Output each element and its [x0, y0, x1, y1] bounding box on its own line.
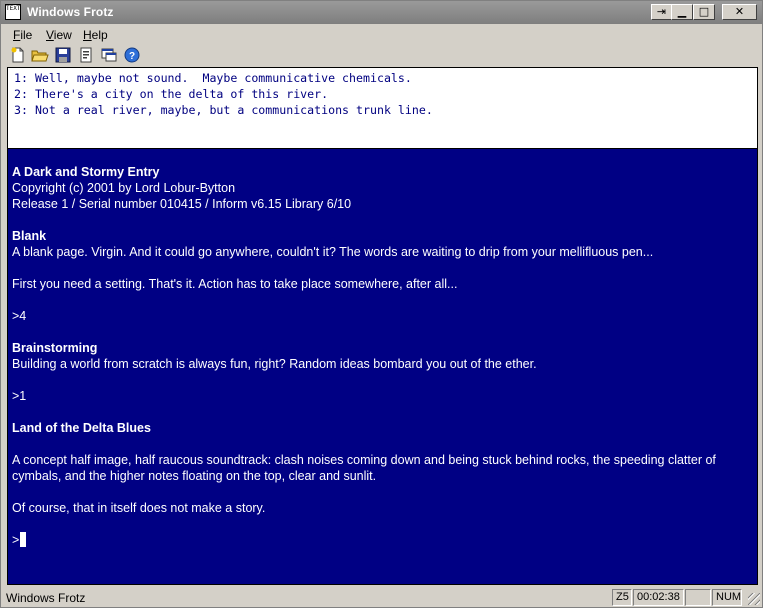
minimize-button[interactable]: ▁ [671, 4, 693, 20]
room-description: Building a world from scratch is always … [12, 357, 537, 371]
menu-option-line: 3: Not a real river, maybe, but a commun… [14, 103, 433, 117]
menu-file[interactable]: File [13, 28, 32, 42]
player-command: >4 [12, 309, 27, 323]
title-bar[interactable]: TEXT Windows Frotz ⇥ ▁ □ ✕ [1, 1, 762, 24]
release-line: Release 1 / Serial number 010415 / Infor… [12, 197, 352, 211]
menu-help[interactable]: Help [83, 28, 108, 42]
text-cursor [20, 532, 27, 547]
menu-help-accel: H [83, 28, 92, 42]
copyright-line: Copyright (c) 2001 by Lord Lobur-Bytton [12, 181, 236, 195]
room-description: A blank page. Virgin. And it could go an… [12, 245, 654, 259]
window-title: Windows Frotz [27, 5, 114, 19]
help-icon[interactable]: ? [123, 46, 141, 64]
story-window[interactable]: A Dark and Stormy Entry Copyright (c) 20… [7, 149, 758, 585]
status-bar: Windows Frotz Z5 00:02:38 NUM [1, 588, 762, 607]
resize-grip-icon[interactable] [748, 593, 760, 605]
status-lines: 1: Well, maybe not sound. Maybe communic… [14, 70, 433, 118]
menu-option-line: 1: Well, maybe not sound. Maybe communic… [14, 71, 412, 85]
room-name: Land of the Delta Blues [12, 421, 151, 435]
properties-icon[interactable] [77, 46, 95, 64]
zmachine-version-panel: Z5 [612, 589, 632, 606]
open-folder-icon[interactable] [31, 46, 49, 64]
status-text: Windows Frotz [6, 591, 86, 605]
svg-text:?: ? [129, 51, 135, 62]
narration-line: First you need a setting. That's it. Act… [12, 277, 458, 291]
menu-file-label: ile [20, 28, 33, 42]
command-prompt[interactable]: > [12, 532, 27, 548]
menu-view-accel: V [46, 28, 54, 42]
toolbar: ? [1, 44, 762, 66]
game-title: A Dark and Stormy Entry [12, 165, 160, 179]
room-description: A concept half image, half raucous sound… [12, 453, 716, 467]
app-window: TEXT Windows Frotz ⇥ ▁ □ ✕ File View Hel… [0, 0, 763, 608]
frotz-app-icon[interactable]: TEXT [5, 4, 21, 20]
player-command: >1 [12, 389, 27, 403]
numlock-panel: NUM [712, 589, 742, 606]
menu-help-label: elp [91, 28, 108, 42]
room-name: Blank [12, 229, 47, 243]
window-icon[interactable] [100, 46, 118, 64]
save-icon[interactable] [54, 46, 72, 64]
close-button[interactable]: ✕ [722, 4, 757, 20]
room-name: Brainstorming [12, 341, 98, 355]
menu-view-label: iew [53, 28, 72, 42]
maximize-button[interactable]: □ [693, 4, 715, 20]
menu-option-line: 2: There's a city on the delta of this r… [14, 87, 329, 101]
menu-view[interactable]: View [46, 28, 72, 42]
menu-bar: File View Help [1, 24, 762, 44]
room-description: cymbals, and the higher notes floating o… [12, 469, 377, 483]
empty-panel [685, 589, 711, 606]
new-file-icon[interactable] [9, 46, 27, 64]
elapsed-time-panel: 00:02:38 [633, 589, 684, 606]
tray-button[interactable]: ⇥ [651, 4, 672, 20]
prompt-symbol: > [12, 533, 20, 547]
status-window: 1: Well, maybe not sound. Maybe communic… [7, 67, 758, 149]
narration-line: Of course, that in itself does not make … [12, 501, 266, 515]
